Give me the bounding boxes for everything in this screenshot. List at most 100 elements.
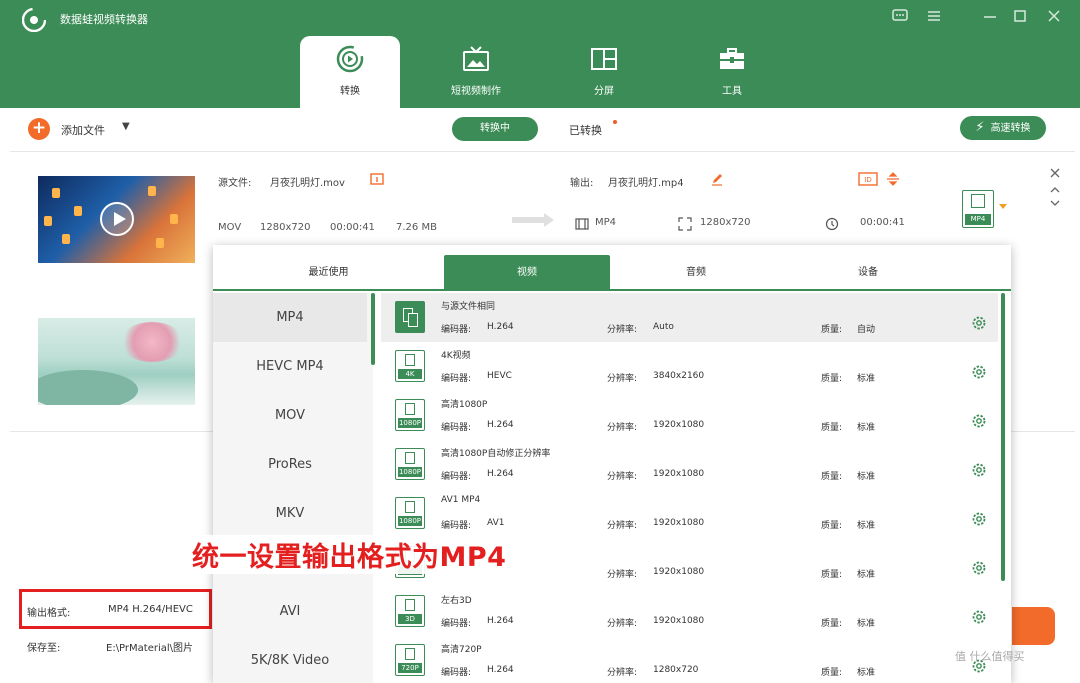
codec-value: HEVC [487,371,512,381]
tv-icon [463,46,489,71]
preset-row[interactable]: 与源文件相同 编码器: H.264 分辨率: Auto 质量: 自动 [381,293,998,342]
fast-convert-button[interactable]: ⚡ 高速转换 [960,116,1046,140]
preset-name: 4K视频 [441,351,471,361]
output-duration: 00:00:41 [860,217,905,228]
preset-row[interactable]: 1080P 高清1080P 编码器: H.264 分辨率: 1920x1080 … [381,391,998,440]
tab-recent[interactable]: 最近使用 [213,255,444,291]
codec-label: 编码器: [441,374,472,384]
video-file-icon: 4K [395,350,425,382]
converting-tab[interactable]: 转换中 [452,117,538,141]
tab-tools[interactable]: 工具 [682,36,782,108]
add-file-label[interactable]: 添加文件 [61,122,105,138]
format-item[interactable]: AVI [213,587,367,636]
gear-icon[interactable] [971,315,987,331]
tab-split-screen[interactable]: 分屏 [554,36,654,108]
play-icon[interactable] [100,202,134,236]
convert-all-button[interactable] [1012,607,1055,645]
video-thumbnail[interactable] [38,176,195,263]
lightning-icon: ⚡ [975,120,985,135]
resolution-value: 1920x1080 [653,518,705,528]
preset-list-scrollbar[interactable] [1001,293,1005,581]
gear-icon[interactable] [971,511,987,527]
gear-icon[interactable] [971,462,987,478]
resolution-label: 分辨率: [607,325,638,335]
preset-row[interactable]: 720P 高清720P 编码器: H.264 分辨率: 1280x720 质量:… [381,636,998,683]
video-file-icon: 720P [395,644,425,676]
fast-convert-label: 高速转换 [990,123,1031,134]
preset-row[interactable]: 3D 左右3D 编码器: H.264 分辨率: 1920x1080 质量: 标准 [381,587,998,636]
format-list: MP4 HEVC MP4 MOV ProRes MKV AVI 5K/8K Vi… [213,293,373,683]
close-icon[interactable] [1043,7,1065,29]
tab-label: 分屏 [594,86,614,97]
format-item[interactable]: MOV [213,391,367,440]
tab-audio[interactable]: 音频 [610,255,782,291]
resolution-value: Auto [653,322,674,332]
convert-icon [336,45,364,73]
quality-label: 质量: [821,472,843,482]
tab-device[interactable]: 设备 [782,255,954,291]
resolution-value: 1920x1080 [653,616,705,626]
clock-icon [825,217,839,231]
feedback-icon[interactable] [889,7,911,29]
merge-icon[interactable] [886,172,900,186]
tab-label: 工具 [722,86,742,97]
preset-name: AV1 MP4 [441,495,481,505]
add-file-button[interactable]: + [28,118,50,140]
video-thumbnail[interactable] [38,318,195,405]
preset-row[interactable]: 1080P AV1 MP4 编码器: AV1 分辨率: 1920x1080 质量… [381,489,998,538]
format-item[interactable]: 5K/8K Video [213,636,367,683]
chevron-up-icon[interactable] [1048,183,1062,195]
chevron-down-icon[interactable] [1048,198,1062,210]
format-item[interactable]: ProRes [213,440,367,489]
annotation-caption: 统一设置输出格式为MP4 [190,535,509,574]
edit-icon[interactable] [710,172,724,186]
output-resolution: 1280x720 [700,217,751,228]
row-controls [1048,166,1062,212]
quality-label: 质量: [821,325,843,335]
maximize-icon[interactable] [1009,7,1031,29]
gear-icon[interactable] [971,364,987,380]
save-path[interactable]: E:\PrMaterial\图片 [106,639,210,654]
output-format-button[interactable]: MP4 [962,190,994,228]
close-icon[interactable] [1048,166,1062,180]
source-label: 源文件: [218,178,252,189]
minimize-icon[interactable] [979,7,1001,29]
resolution-label: 分辨率: [607,472,638,482]
format-list-scrollbar[interactable] [371,293,375,365]
video-file-icon: 1080P [395,497,425,529]
preset-row[interactable]: 4K 4K视频 编码器: HEVC 分辨率: 3840x2160 质量: 标准 [381,342,998,391]
tab-short-video[interactable]: 短视频制作 [426,36,526,108]
quality-label: 质量: [821,423,843,433]
resolution-value: 1920x1080 [653,567,705,577]
resize-icon [678,217,692,231]
highlight-box [19,589,212,629]
chevron-down-icon[interactable]: ▼ [122,121,130,132]
gear-icon[interactable] [971,560,987,576]
preset-row[interactable]: 1080P 高清1080P自动修正分辨率 编码器: H.264 分辨率: 192… [381,440,998,489]
format-item[interactable]: MP4 [213,293,367,342]
preset-name: 高清720P [441,645,482,655]
source-duration: 00:00:41 [330,222,375,233]
quality-value: 标准 [857,472,876,482]
gear-icon[interactable] [971,609,987,625]
info-icon[interactable] [370,172,384,186]
quality-label: 质量: [821,668,843,678]
codec-label: 编码器: [441,423,472,433]
subtitle-icon[interactable]: ID [858,172,878,186]
converted-tab[interactable]: 已转换 [569,122,602,138]
tab-video[interactable]: 视频 [444,255,610,291]
video-file-icon: 1080P [395,448,425,480]
format-item[interactable]: HEVC MP4 [213,342,367,391]
svg-text:ID: ID [864,176,871,184]
menu-icon[interactable] [923,7,945,29]
tab-convert[interactable]: 转换 [300,36,400,108]
codec-value: H.264 [487,420,514,430]
codec-value: AV1 [487,518,505,528]
format-item[interactable]: MKV [213,489,367,538]
app-header: 数据蛙视频转换器 转换 短视频制作 分屏 工具 [0,0,1080,108]
chevron-down-icon[interactable] [999,204,1007,209]
film-icon [575,218,589,230]
app-title: 数据蛙视频转换器 [60,13,148,26]
source-format: MOV [218,222,242,233]
gear-icon[interactable] [971,413,987,429]
